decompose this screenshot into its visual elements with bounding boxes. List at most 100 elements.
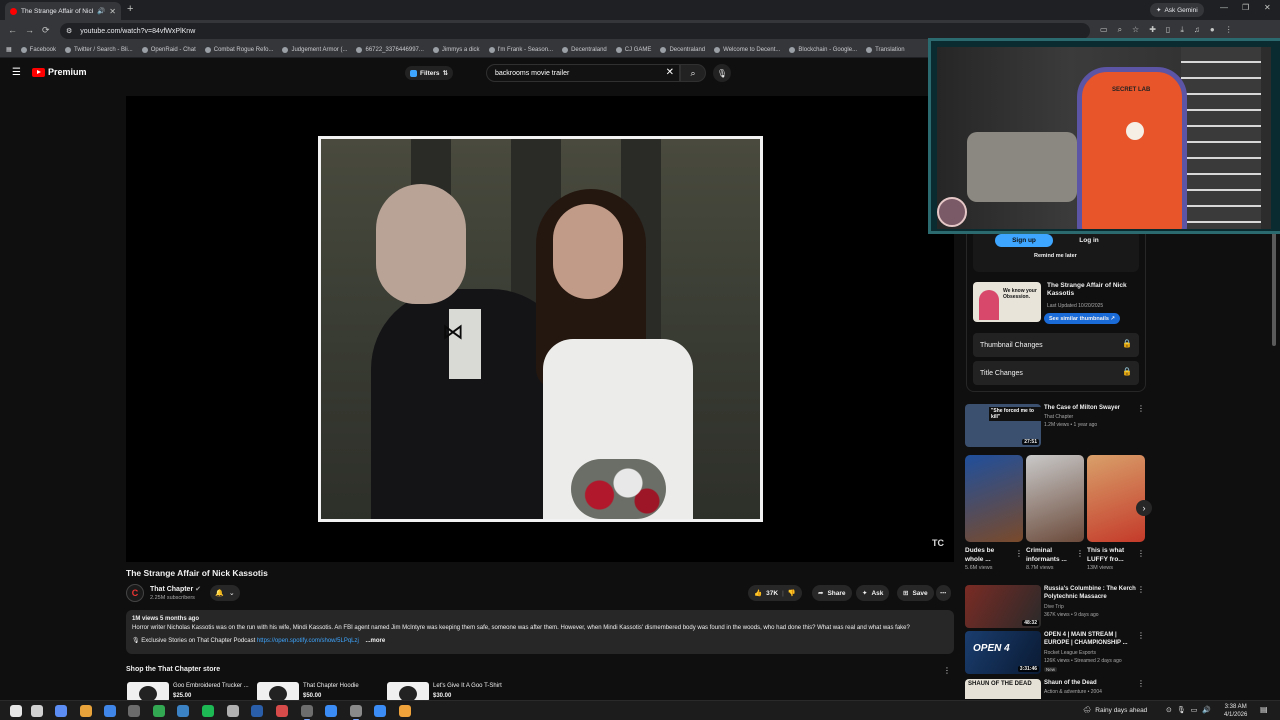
bookmark-item[interactable]: Decentraland	[660, 46, 705, 53]
bookmark-item[interactable]: Blockchain - Google...	[789, 46, 857, 53]
bookmark-item[interactable]: Twitter / Search - Bli...	[65, 46, 133, 53]
tab-close-icon[interactable]: ✕	[109, 7, 116, 16]
video-menu-icon[interactable]: ⋮	[1137, 404, 1145, 413]
chrome-icon[interactable]	[153, 705, 165, 717]
media-icon[interactable]: ♫	[1194, 25, 1200, 35]
remind-later-link[interactable]: Remind me later	[1034, 253, 1077, 259]
search-input[interactable]: backrooms movie trailer ✕	[486, 64, 680, 82]
short-menu-icon[interactable]: ⋮	[1015, 549, 1023, 558]
app-icon[interactable]	[325, 705, 337, 717]
network-icon[interactable]: ▭	[1191, 706, 1198, 714]
voice-search-button[interactable]: 🎙	[713, 64, 731, 82]
extensions-icon[interactable]: ✚	[1149, 25, 1156, 35]
video-menu-icon[interactable]: ⋮	[1137, 631, 1145, 640]
short-menu-icon[interactable]: ⋮	[1137, 549, 1145, 558]
maximize-icon[interactable]: ❐	[1242, 3, 1249, 12]
title-changes-row[interactable]: Title Changes 🔒	[973, 361, 1139, 385]
filters-button[interactable]: Filters ⇅	[405, 66, 453, 80]
more-actions-button[interactable]: ⋯	[936, 585, 951, 601]
bookmark-item[interactable]: Jimmys a dick	[432, 46, 480, 53]
copilot-icon[interactable]	[55, 705, 67, 717]
promo-thumbnail[interactable]: We know your Obsession.	[973, 282, 1041, 322]
apps-grid-icon[interactable]: ▦	[6, 46, 12, 53]
back-icon[interactable]: ←	[8, 25, 17, 35]
forward-icon[interactable]: →	[25, 25, 34, 35]
obs-icon[interactable]	[301, 705, 313, 720]
site-info-icon[interactable]: ⚙	[66, 27, 72, 35]
minimize-icon[interactable]: —	[1220, 3, 1228, 12]
steam-icon[interactable]	[177, 705, 189, 717]
menu-kebab-icon[interactable]: ⋮	[1225, 25, 1233, 35]
bookmark-item[interactable]: Combat Rogue Refo...	[204, 46, 273, 53]
cast-icon[interactable]: ▭	[1100, 25, 1108, 35]
short-menu-icon[interactable]: ⋮	[1076, 549, 1084, 558]
show-more-link[interactable]: ...more	[366, 638, 386, 644]
shop-more-icon[interactable]: ⋮	[943, 666, 951, 675]
short-thumbnail[interactable]	[965, 455, 1023, 542]
short-thumbnail[interactable]	[1087, 455, 1145, 542]
bookmark-item[interactable]: Decentraland	[562, 46, 607, 53]
share-button[interactable]: ➦ Share	[812, 585, 852, 601]
sign-up-button[interactable]: Sign up	[995, 234, 1053, 247]
window-close-icon[interactable]: ✕	[1264, 3, 1271, 12]
task-view-icon[interactable]	[31, 705, 43, 717]
profile-avatar[interactable]: ●	[1210, 25, 1215, 35]
tab-audio-icon[interactable]: 🔊	[97, 7, 105, 15]
see-similar-thumbnails-button[interactable]: See similar thumbnails ↗	[1044, 313, 1121, 324]
tray-app-icon[interactable]: ⊙	[1166, 706, 1172, 714]
recommended-video[interactable]: OPEN 4 3:31:46 OPEN 4 | MAIN STREAM | EU…	[965, 631, 1145, 675]
video-menu-icon[interactable]: ⋮	[1137, 679, 1145, 688]
description-box[interactable]: 1M views 5 months ago Horror writer Nich…	[126, 610, 954, 654]
recommended-video[interactable]: "She forced me to kill" 27:51 The Case o…	[965, 404, 1145, 448]
video-menu-icon[interactable]: ⋮	[1137, 585, 1145, 594]
ask-button[interactable]: ✦ Ask	[856, 585, 890, 601]
app-icon[interactable]	[227, 705, 239, 717]
chrome-icon[interactable]	[350, 705, 362, 720]
short-item[interactable]: This is what LUFFY fro... 13M views ⋮	[1087, 455, 1145, 571]
steam-icon[interactable]	[251, 705, 263, 717]
log-in-button[interactable]: Log in	[1060, 234, 1118, 247]
new-tab-button[interactable]: +	[127, 3, 133, 15]
video-thumbnail[interactable]: SHAUN OF THE DEAD	[965, 679, 1041, 699]
hamburger-menu-icon[interactable]: ☰	[12, 67, 21, 78]
video-thumbnail[interactable]: "She forced me to kill" 27:51	[965, 404, 1041, 447]
bookmark-item[interactable]: OpenRaid - Chat	[141, 46, 196, 53]
search-button[interactable]: ⌕	[680, 64, 706, 82]
bookmark-star-icon[interactable]: ☆	[1132, 25, 1139, 35]
sidepanel-icon[interactable]: ▯	[1166, 25, 1170, 35]
channel-watermark[interactable]: TC	[932, 538, 944, 548]
notifications-button[interactable]: 🔔 ⌄	[210, 585, 240, 601]
like-button[interactable]: 👍 37K | 👎	[748, 585, 802, 601]
download-icon[interactable]: ⤓	[1180, 25, 1184, 35]
reload-icon[interactable]: ⟳	[42, 25, 50, 36]
shorts-next-button[interactable]: ›	[1136, 500, 1152, 516]
zoom-icon[interactable]: ⌕	[1118, 25, 1122, 35]
bookmark-item[interactable]: Judgement Armor (...	[282, 46, 347, 53]
spotify-icon[interactable]	[202, 705, 214, 717]
file-explorer-icon[interactable]	[80, 705, 92, 717]
bookmark-item[interactable]: Translation	[866, 46, 905, 53]
app-icon[interactable]	[399, 705, 411, 717]
recommended-video[interactable]: SHAUN OF THE DEAD Shaun of the Dead Acti…	[965, 679, 1145, 699]
start-menu-icon[interactable]	[10, 705, 22, 717]
game-launcher-icon[interactable]	[276, 705, 288, 717]
bookmark-item[interactable]: CJ GAME	[615, 46, 651, 53]
volume-icon[interactable]: 🔊	[1202, 706, 1211, 714]
weather-widget[interactable]: 🌧 Rainy days ahead	[1083, 706, 1147, 715]
thumbs-down-icon[interactable]: 👎	[788, 589, 796, 597]
channel-avatar[interactable]: C	[126, 584, 144, 602]
video-thumbnail[interactable]: 48:32	[965, 585, 1041, 628]
short-item[interactable]: Criminal informants ... 8.7M views ⋮	[1026, 455, 1084, 571]
video-thumbnail[interactable]: OPEN 4 3:31:46	[965, 631, 1041, 674]
short-item[interactable]: Dudes be whole ... 5.6M views ⋮	[965, 455, 1023, 571]
store-icon[interactable]	[128, 705, 140, 717]
youtube-logo[interactable]: Premium	[32, 67, 87, 77]
bookmark-item[interactable]: Welcome to Decent...	[714, 46, 780, 53]
save-button[interactable]: ⊞ Save	[897, 585, 934, 601]
mail-icon[interactable]	[104, 705, 116, 717]
app-icon[interactable]	[374, 705, 386, 717]
tray-mic-icon[interactable]: 🎙	[1177, 706, 1186, 714]
thumbnail-changes-row[interactable]: Thumbnail Changes 🔒	[973, 333, 1139, 357]
clear-search-icon[interactable]: ✕	[666, 67, 674, 78]
recommended-video[interactable]: 48:32 Russia's Columbine : The Kerch Pol…	[965, 585, 1145, 629]
